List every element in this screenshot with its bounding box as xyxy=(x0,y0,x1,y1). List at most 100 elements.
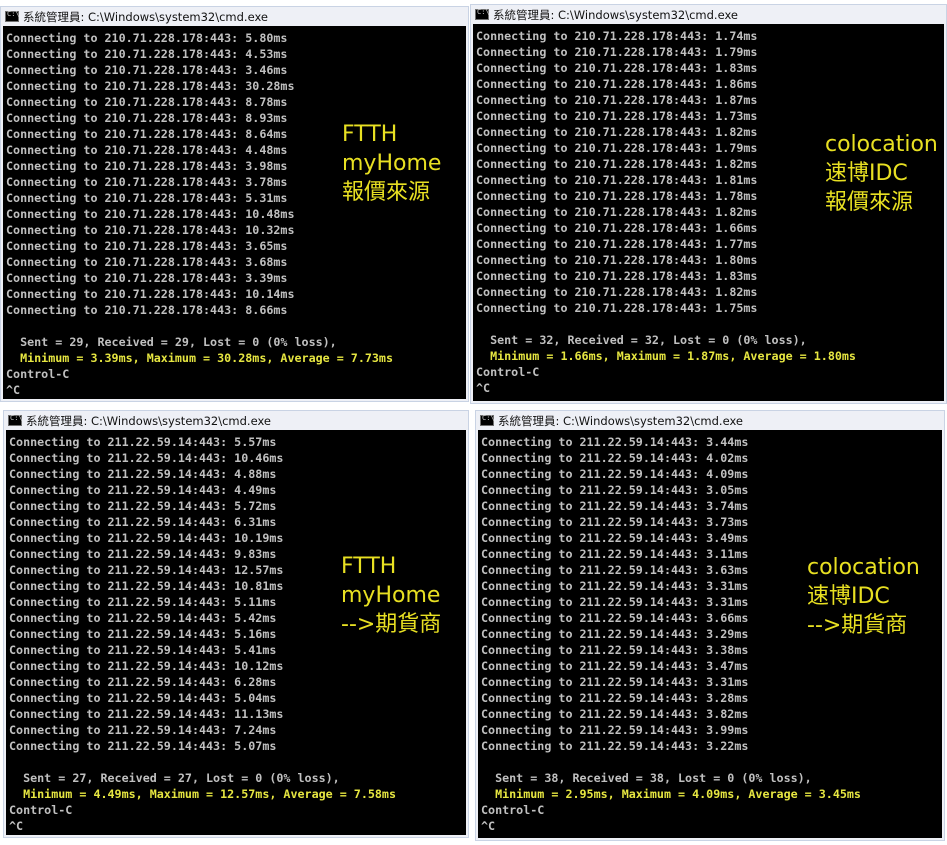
console-line: Connecting to 210.71.228.178:443: 1.75ms xyxy=(476,301,758,315)
console-line: Connecting to 211.22.59.14:443: 5.16ms xyxy=(9,627,277,641)
console-line: Connecting to 210.71.228.178:443: 1.73ms xyxy=(476,109,758,123)
console-line: Connecting to 210.71.228.178:443: 1.80ms xyxy=(476,253,758,267)
annotation-label: FTTH myHome -->期貨商 xyxy=(341,554,442,637)
console-line: Control-C xyxy=(6,367,70,381)
console-line: Connecting to 211.22.59.14:443: 3.29ms xyxy=(481,627,749,641)
console-line: Minimum = 3.39ms, Maximum = 30.28ms, Ave… xyxy=(6,351,394,365)
console-line: Connecting to 211.22.59.14:443: 3.82ms xyxy=(481,707,749,721)
console-line: Connecting to 210.71.228.178:443: 1.66ms xyxy=(476,221,758,235)
console-line: Connecting to 210.71.228.178:443: 5.31ms xyxy=(6,191,288,205)
console-lines: Connecting to 211.22.59.14:443: 3.44ms Co… xyxy=(481,434,861,834)
console-lines: Connecting to 211.22.59.14:443: 5.57ms Co… xyxy=(9,434,396,834)
console-line: Connecting to 211.22.59.14:443: 5.04ms xyxy=(9,691,277,705)
console-line: Connecting to 210.71.228.178:443: 3.46ms xyxy=(6,63,288,77)
window-titlebar[interactable]: 系統管理員: C:\Windows\system32\cmd.exe xyxy=(471,5,946,24)
console-line: Connecting to 210.71.228.178:443: 1.82ms xyxy=(476,157,758,171)
console-line: Connecting to 211.22.59.14:443: 3.66ms xyxy=(481,611,749,625)
annotation-label: colocation 速博IDC 報價來源 xyxy=(825,132,938,215)
console-line: Connecting to 211.22.59.14:443: 10.46ms xyxy=(9,451,284,465)
console-line: Connecting to 211.22.59.14:443: 3.49ms xyxy=(481,531,749,545)
console-line: Connecting to 211.22.59.14:443: 11.13ms xyxy=(9,707,284,721)
console-line: Connecting to 210.71.228.178:443: 1.86ms xyxy=(476,77,758,91)
console-line: Connecting to 211.22.59.14:443: 3.38ms xyxy=(481,643,749,657)
console-line: Connecting to 210.71.228.178:443: 30.28m… xyxy=(6,79,295,93)
console-line: Connecting to 210.71.228.178:443: 10.32m… xyxy=(6,223,295,237)
console-output[interactable]: Connecting to 210.71.228.178:443: 5.80ms… xyxy=(3,26,466,399)
console-line: Connecting to 210.71.228.178:443: 5.80ms xyxy=(6,31,288,45)
cmd-icon xyxy=(475,8,490,20)
console-line: Connecting to 211.22.59.14:443: 3.22ms xyxy=(481,739,749,753)
console-line: Connecting to 211.22.59.14:443: 10.81ms xyxy=(9,579,284,593)
cmd-window-colocation-broker[interactable]: 系統管理員: C:\Windows\system32\cmd.exe Conne… xyxy=(475,410,945,841)
console-line: Connecting to 211.22.59.14:443: 10.12ms xyxy=(9,659,284,673)
console-line: Connecting to 210.71.228.178:443: 4.53ms xyxy=(6,47,288,61)
cmd-window-colocation-quote[interactable]: 系統管理員: C:\Windows\system32\cmd.exe Conne… xyxy=(470,4,947,404)
console-line: Connecting to 211.22.59.14:443: 9.83ms xyxy=(9,547,277,561)
console-line: Sent = 38, Received = 38, Lost = 0 (0% l… xyxy=(481,771,812,785)
console-line: Connecting to 211.22.59.14:443: 3.31ms xyxy=(481,675,749,689)
console-line: Connecting to 211.22.59.14:443: 3.74ms xyxy=(481,499,749,513)
console-line: Connecting to 210.71.228.178:443: 8.78ms xyxy=(6,95,288,109)
window-titlebar[interactable]: 系統管理員: C:\Windows\system32\cmd.exe xyxy=(476,411,944,430)
console-line: Connecting to 211.22.59.14:443: 3.47ms xyxy=(481,659,749,673)
console-output[interactable]: Connecting to 210.71.228.178:443: 1.74ms… xyxy=(473,24,944,401)
console-line: Connecting to 211.22.59.14:443: 10.19ms xyxy=(9,531,284,545)
console-line: Sent = 32, Received = 32, Lost = 0 (0% l… xyxy=(476,333,807,347)
console-line: ^C xyxy=(9,819,24,833)
console-line: Connecting to 211.22.59.14:443: 5.41ms xyxy=(9,643,277,657)
console-line: Connecting to 210.71.228.178:443: 3.78ms xyxy=(6,175,288,189)
console-output[interactable]: Connecting to 211.22.59.14:443: 3.44ms Co… xyxy=(478,430,942,838)
console-output[interactable]: Connecting to 211.22.59.14:443: 5.57ms Co… xyxy=(6,430,466,835)
console-line: Connecting to 210.71.228.178:443: 1.74ms xyxy=(476,29,758,43)
console-line: Connecting to 211.22.59.14:443: 4.02ms xyxy=(481,451,749,465)
console-line: Connecting to 210.71.228.178:443: 1.77ms xyxy=(476,237,758,251)
console-lines: Connecting to 210.71.228.178:443: 5.80ms… xyxy=(6,30,393,398)
console-line: Sent = 27, Received = 27, Lost = 0 (0% l… xyxy=(9,771,340,785)
console-line: Connecting to 210.71.228.178:443: 10.48m… xyxy=(6,207,295,221)
console-line: Connecting to 211.22.59.14:443: 5.11ms xyxy=(9,595,277,609)
console-line: ^C xyxy=(476,381,491,395)
console-line: Connecting to 211.22.59.14:443: 6.28ms xyxy=(9,675,277,689)
console-line: Connecting to 211.22.59.14:443: 4.88ms xyxy=(9,467,277,481)
console-line: Minimum = 2.95ms, Maximum = 4.09ms, Aver… xyxy=(481,787,861,801)
console-line: ^C xyxy=(481,819,496,833)
console-line: Connecting to 210.71.228.178:443: 1.82ms xyxy=(476,285,758,299)
console-line: Connecting to 211.22.59.14:443: 4.09ms xyxy=(481,467,749,481)
window-titlebar[interactable]: 系統管理員: C:\Windows\system32\cmd.exe xyxy=(4,411,468,430)
console-line: Control-C xyxy=(481,803,545,817)
window-titlebar[interactable]: 系統管理員: C:\Windows\system32\cmd.exe xyxy=(1,7,468,26)
console-line: Minimum = 4.49ms, Maximum = 12.57ms, Ave… xyxy=(9,787,397,801)
console-line: Control-C xyxy=(476,365,540,379)
console-line: Connecting to 211.22.59.14:443: 3.73ms xyxy=(481,515,749,529)
console-line: Connecting to 210.71.228.178:443: 1.82ms xyxy=(476,125,758,139)
cmd-icon xyxy=(5,10,20,22)
window-title: 系統管理員: C:\Windows\system32\cmd.exe xyxy=(498,413,743,428)
cmd-icon xyxy=(8,414,23,426)
console-line: Connecting to 210.71.228.178:443: 1.83ms xyxy=(476,61,758,75)
console-line: Connecting to 210.71.228.178:443: 8.93ms xyxy=(6,111,288,125)
console-line: Connecting to 211.22.59.14:443: 5.57ms xyxy=(9,435,277,449)
console-line: Connecting to 210.71.228.178:443: 3.39ms xyxy=(6,271,288,285)
console-line: Connecting to 210.71.228.178:443: 1.87ms xyxy=(476,93,758,107)
console-line: Connecting to 211.22.59.14:443: 3.44ms xyxy=(481,435,749,449)
console-line: Connecting to 211.22.59.14:443: 3.31ms xyxy=(481,579,749,593)
console-line: Connecting to 210.71.228.178:443: 1.81ms xyxy=(476,173,758,187)
console-line: Connecting to 210.71.228.178:443: 3.98ms xyxy=(6,159,288,173)
console-line: Connecting to 210.71.228.178:443: 3.65ms xyxy=(6,239,288,253)
console-line: Connecting to 211.22.59.14:443: 12.57ms xyxy=(9,563,284,577)
cmd-window-ftth-broker[interactable]: 系統管理員: C:\Windows\system32\cmd.exe Conne… xyxy=(3,410,469,838)
console-line: ^C xyxy=(6,383,21,397)
console-line: Connecting to 210.71.228.178:443: 1.78ms xyxy=(476,189,758,203)
console-line: Connecting to 211.22.59.14:443: 3.63ms xyxy=(481,563,749,577)
console-line: Connecting to 211.22.59.14:443: 3.31ms xyxy=(481,595,749,609)
console-line: Connecting to 211.22.59.14:443: 4.49ms xyxy=(9,483,277,497)
console-lines: Connecting to 210.71.228.178:443: 1.74ms… xyxy=(476,28,856,396)
window-title: 系統管理員: C:\Windows\system32\cmd.exe xyxy=(493,7,738,22)
console-line: Connecting to 211.22.59.14:443: 3.28ms xyxy=(481,691,749,705)
console-line: Minimum = 1.66ms, Maximum = 1.87ms, Aver… xyxy=(476,349,856,363)
cmd-window-ftth-quote[interactable]: 系統管理員: C:\Windows\system32\cmd.exe Conne… xyxy=(0,6,469,402)
